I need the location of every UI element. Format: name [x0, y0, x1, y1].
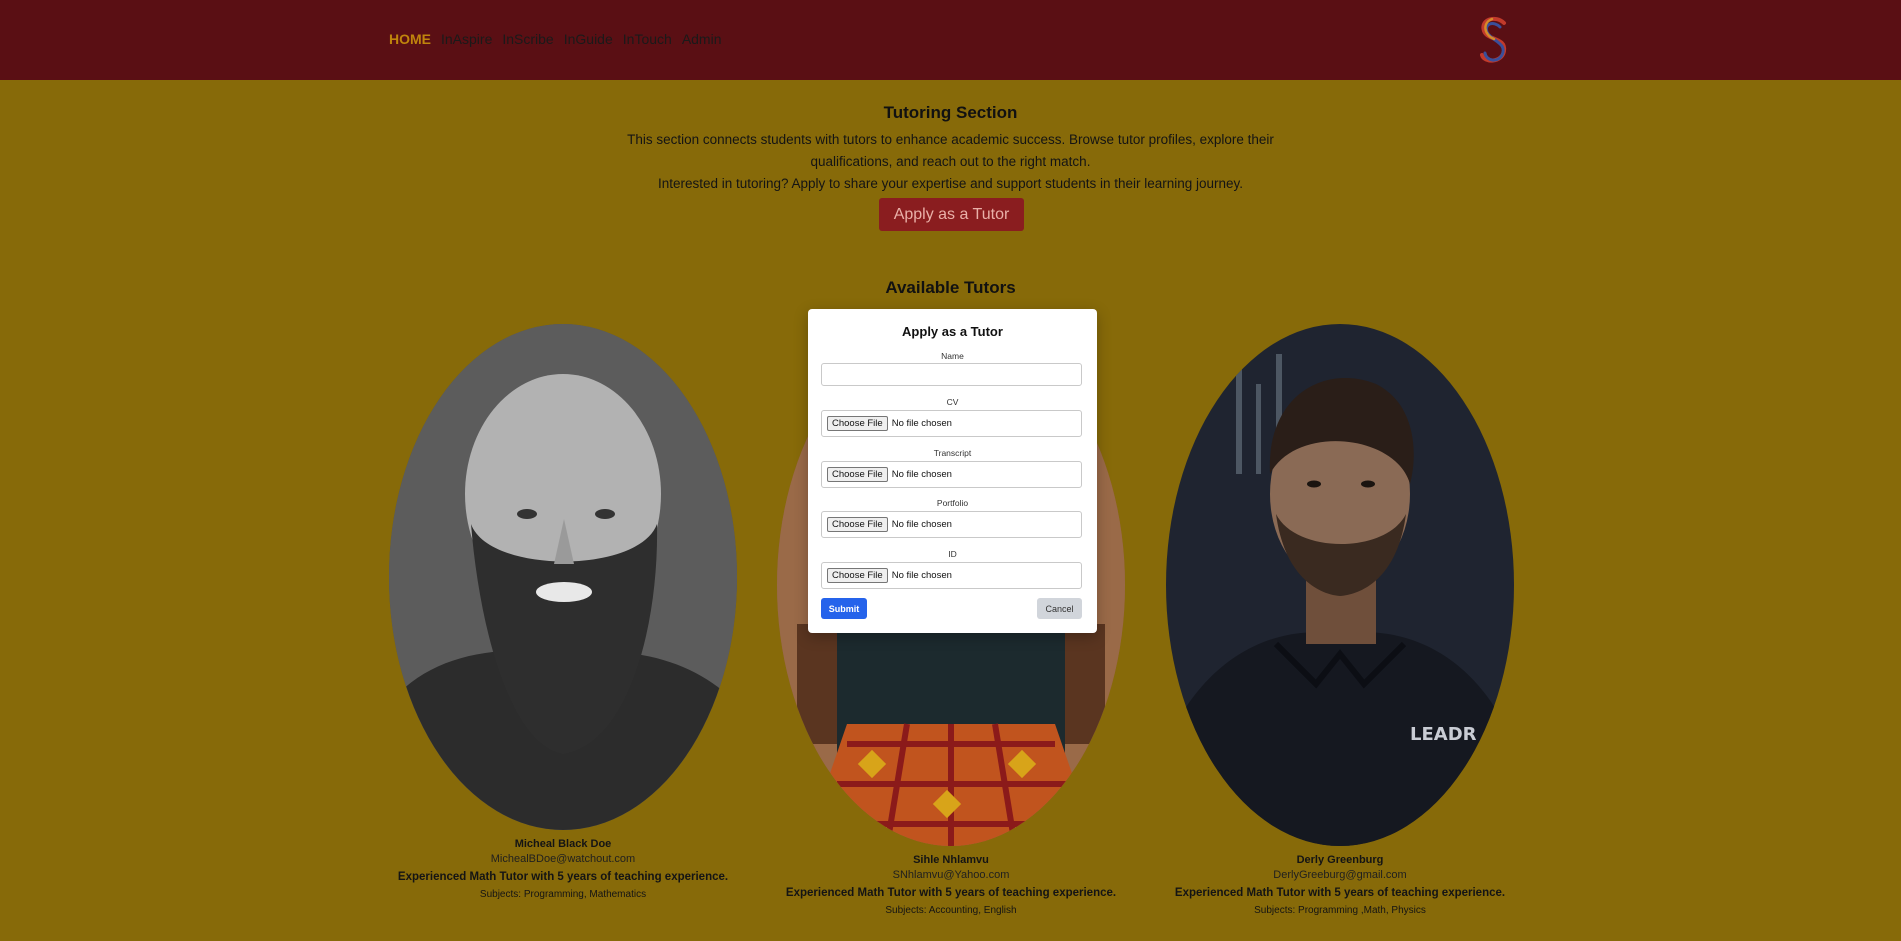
available-tutors-title: Available Tutors — [885, 278, 1016, 297]
portfolio-choose-file-button[interactable]: Choose File — [827, 517, 888, 532]
tutor-email[interactable]: SNhlamvu@Yahoo.com — [777, 869, 1125, 881]
tutor-photo — [389, 324, 737, 830]
nav-inaspire[interactable]: InAspire — [441, 31, 492, 47]
tutor-email[interactable]: DerlyGreeburg@gmail.com — [1166, 869, 1514, 881]
portfolio-file-input[interactable]: Choose File No file chosen — [821, 511, 1082, 538]
apply-tutor-button[interactable]: Apply as a Tutor — [879, 198, 1024, 231]
modal-title: Apply as a Tutor — [902, 324, 1003, 339]
s-logo-icon[interactable] — [1474, 13, 1514, 69]
section-title: Tutoring Section — [883, 103, 1018, 122]
tutor-subjects: Subjects: Programming ,Math, Physics — [1254, 905, 1426, 916]
id-file-input[interactable]: Choose File No file chosen — [821, 562, 1082, 589]
tutor-name: Micheal Black Doe — [514, 838, 612, 850]
nav-home[interactable]: HOME — [389, 31, 431, 47]
tutor-name: Derly Greenburg — [1296, 854, 1384, 866]
id-file-status: No file chosen — [891, 570, 952, 581]
cv-label: CV — [946, 397, 959, 407]
hoodie-text: LEADR — [1410, 724, 1477, 745]
tutor-email[interactable]: MichealBDoe@watchout.com — [389, 853, 737, 865]
cv-file-input[interactable]: Choose File No file chosen — [821, 410, 1082, 437]
transcript-file-status: No file chosen — [891, 469, 952, 480]
apply-tutor-modal: Apply as a Tutor Name CV Choose File No … — [808, 309, 1097, 633]
transcript-label: Transcript — [933, 448, 972, 458]
tutor-photo: LEADR — [1166, 324, 1514, 846]
tutor-description: Experienced Math Tutor with 5 years of t… — [397, 871, 729, 883]
nav-intouch[interactable]: InTouch — [623, 31, 672, 47]
nav-admin[interactable]: Admin — [682, 31, 722, 47]
intro-section: Tutoring Section This section connects s… — [0, 103, 1901, 195]
tutor-card: LEADR Derly Greenburg DerlyGreeburg@gmai… — [1166, 324, 1514, 916]
cv-file-status: No file chosen — [891, 418, 952, 429]
main-nav: HOME InAspire InScribe InGuide InTouch A… — [389, 31, 722, 47]
top-header: HOME InAspire InScribe InGuide InTouch A… — [0, 0, 1901, 80]
tutor-description: Experienced Math Tutor with 5 years of t… — [1174, 887, 1506, 899]
nav-inscribe[interactable]: InScribe — [502, 31, 553, 47]
name-label: Name — [941, 351, 964, 361]
intro-invitation: Interested in tutoring? Apply to share y… — [657, 176, 1244, 191]
transcript-choose-file-button[interactable]: Choose File — [827, 467, 888, 482]
transcript-file-input[interactable]: Choose File No file chosen — [821, 461, 1082, 488]
cv-choose-file-button[interactable]: Choose File — [827, 416, 888, 431]
tutor-description: Experienced Math Tutor with 5 years of t… — [785, 887, 1117, 899]
portfolio-file-status: No file chosen — [891, 519, 952, 530]
tutor-subjects: Subjects: Programming, Mathematics — [479, 889, 647, 900]
submit-button[interactable]: Submit — [821, 598, 867, 619]
id-choose-file-button[interactable]: Choose File — [827, 568, 888, 583]
tutor-name: Sihle Nhlamvu — [913, 854, 989, 866]
cancel-button[interactable]: Cancel — [1037, 598, 1082, 619]
tutor-subjects: Subjects: Accounting, English — [885, 905, 1017, 916]
tutor-card: Micheal Black Doe MichealBDoe@watchout.c… — [389, 324, 737, 900]
nav-inguide[interactable]: InGuide — [564, 31, 613, 47]
name-field[interactable] — [821, 363, 1082, 386]
portfolio-label: Portfolio — [936, 498, 969, 508]
id-label: ID — [948, 549, 957, 559]
intro-description: This section connects students with tuto… — [627, 132, 1274, 169]
